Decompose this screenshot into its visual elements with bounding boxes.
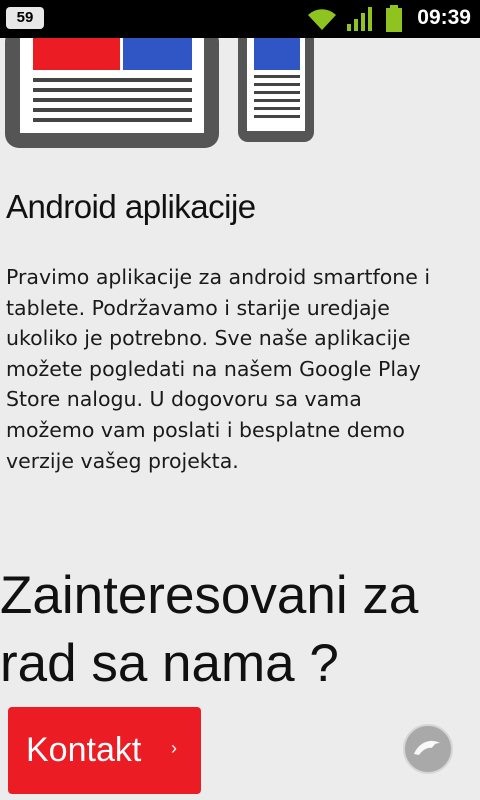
- contact-button-label: Kontakt: [26, 731, 142, 769]
- section-title: Android aplikacije: [6, 188, 256, 225]
- dolphin-icon: [414, 740, 440, 755]
- devices-illustration: [5, 38, 314, 148]
- section-body: Pravimo aplikacije za android smartfone …: [6, 265, 431, 473]
- notification-count-badge[interactable]: 59: [6, 7, 44, 29]
- cta-heading: Zainteresovani za rad sa nama ?: [0, 566, 419, 693]
- contact-button[interactable]: Kontakt ›: [8, 707, 201, 794]
- phone-illustration: [238, 38, 314, 142]
- wifi-icon: [308, 9, 336, 30]
- status-bar: 59 09:39: [0, 0, 480, 38]
- tablet-illustration: [5, 38, 219, 148]
- signal-icon: [347, 7, 372, 31]
- status-clock: 09:39: [417, 6, 471, 29]
- scroll-top-button[interactable]: [403, 724, 453, 774]
- chevron-right-icon: ›: [171, 738, 177, 758]
- battery-icon: [386, 5, 402, 32]
